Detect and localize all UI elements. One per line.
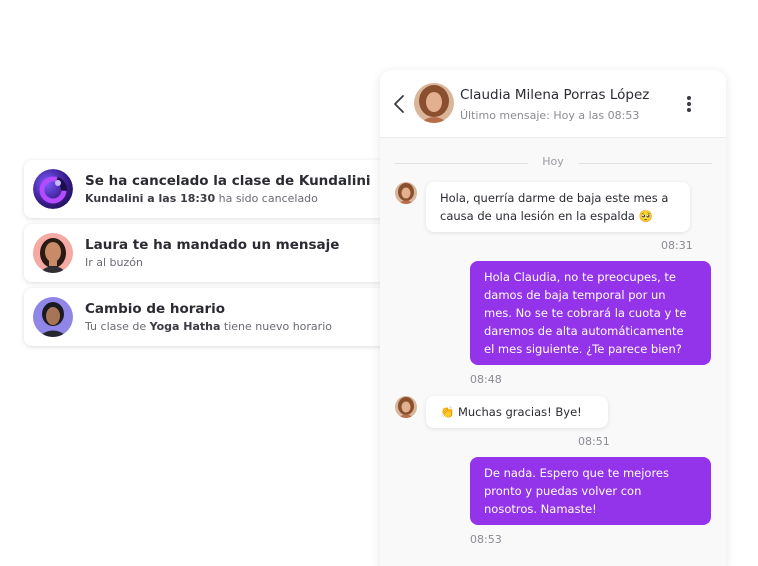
message-time: 08:48 [470, 373, 502, 386]
message-time: 08:51 [578, 435, 610, 448]
notification-class-cancelled[interactable]: Se ha cancelado la clase de Kundalini Ku… [24, 160, 386, 218]
message-time: 08:53 [470, 533, 502, 546]
back-arrow-icon[interactable] [392, 92, 406, 116]
contact-name: Claudia Milena Porras López [460, 87, 650, 103]
notification-subtitle: Kundalini a las 18:30 ha sido cancelado [85, 191, 318, 205]
day-label: Hoy [542, 155, 564, 168]
notification-new-message[interactable]: Laura te ha mandado un mensaje Ir al buz… [24, 224, 386, 282]
notification-title: Se ha cancelado la clase de Kundalini [85, 172, 371, 189]
more-options-icon[interactable] [682, 92, 696, 116]
message-bubble-incoming: 👏 Muchas gracias! Bye! [426, 396, 608, 428]
contact-avatar-small [395, 182, 417, 204]
notification-subtitle: Tu clase de Yoga Hatha tiene nuevo horar… [85, 319, 332, 333]
last-message-status: Último mensaje: Hoy a las 08:53 [460, 109, 640, 122]
notification-schedule-change[interactable]: Cambio de horario Tu clase de Yoga Hatha… [24, 288, 386, 346]
contact-avatar[interactable] [414, 83, 454, 123]
notification-title: Laura te ha mandado un mensaje [85, 236, 340, 253]
message-bubble-incoming: Hola, querría darme de baja este mes a c… [426, 182, 690, 232]
message-bubble-outgoing: Hola Claudia, no te preocupes, te damos … [470, 261, 711, 365]
user-avatar [33, 297, 73, 337]
contact-avatar-small [395, 396, 417, 418]
chat-header: Claudia Milena Porras López Último mensa… [380, 70, 726, 138]
message-bubble-outgoing: De nada. Espero que te mejores pronto y … [470, 457, 711, 525]
kundalini-logo-icon [33, 169, 73, 209]
message-time: 08:31 [661, 239, 693, 252]
laura-avatar [33, 233, 73, 273]
notification-title: Cambio de horario [85, 300, 226, 317]
notification-subtitle[interactable]: Ir al buzón [85, 255, 339, 270]
day-separator: Hoy [394, 154, 712, 172]
chat-window: Claudia Milena Porras López Último mensa… [380, 70, 726, 566]
